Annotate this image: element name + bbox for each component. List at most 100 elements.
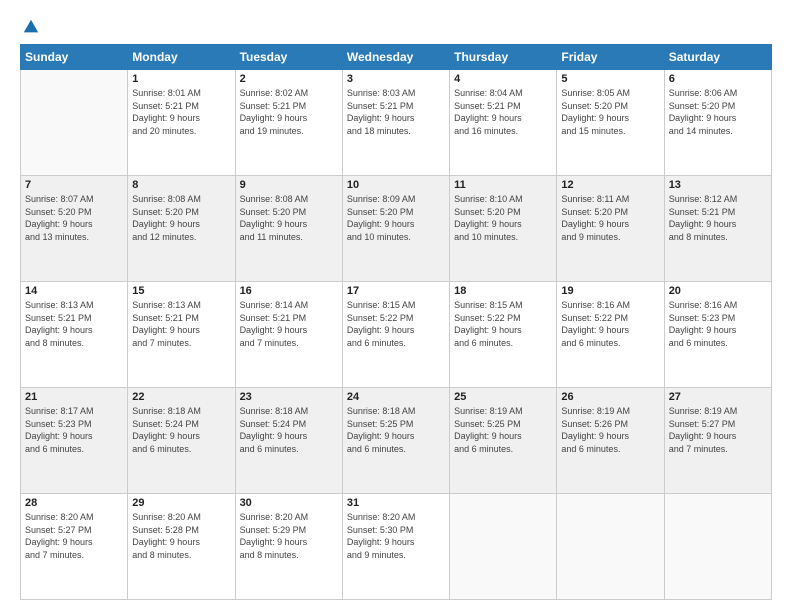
day-info: Sunrise: 8:02 AMSunset: 5:21 PMDaylight:…: [240, 87, 338, 137]
day-number: 29: [132, 497, 230, 509]
col-tuesday: Tuesday: [235, 45, 342, 70]
day-number: 21: [25, 391, 123, 403]
calendar-cell: 10 Sunrise: 8:09 AMSunset: 5:20 PMDayligh…: [342, 176, 449, 282]
day-info: Sunrise: 8:20 AMSunset: 5:28 PMDaylight:…: [132, 511, 230, 561]
calendar-cell: 7Sunrise: 8:07 AMSunset: 5:20 PMDaylight…: [21, 176, 128, 282]
day-number: 18: [454, 285, 552, 297]
day-info: Sunrise: 8:19 AMSunset: 5:27 PMDaylight:…: [669, 405, 767, 455]
day-number: 23: [240, 391, 338, 403]
day-info: Sunrise: 8:01 AMSunset: 5:21 PMDaylight:…: [132, 87, 230, 137]
day-info: Sunrise: 8:13 AMSunset: 5:21 PMDaylight:…: [132, 299, 230, 349]
calendar-cell: [21, 70, 128, 176]
day-info: Sunrise: 8:13 AMSunset: 5:21 PMDaylight:…: [25, 299, 123, 349]
day-number: 12: [561, 179, 659, 191]
calendar-week-row: 1 Sunrise: 8:01 AMSunset: 5:21 PMDaylight…: [21, 70, 772, 176]
day-number: 5: [561, 73, 659, 85]
day-number: 22: [132, 391, 230, 403]
logo: [20, 18, 40, 34]
day-number: 2: [240, 73, 338, 85]
day-number: 24: [347, 391, 445, 403]
calendar-cell: 27 Sunrise: 8:19 AMSunset: 5:27 PMDayligh…: [664, 388, 771, 494]
col-wednesday: Wednesday: [342, 45, 449, 70]
day-number: 16: [240, 285, 338, 297]
calendar-cell: 11 Sunrise: 8:10 AMSunset: 5:20 PMDayligh…: [450, 176, 557, 282]
col-saturday: Saturday: [664, 45, 771, 70]
day-info: Sunrise: 8:05 AMSunset: 5:20 PMDaylight:…: [561, 87, 659, 137]
calendar-cell: 29 Sunrise: 8:20 AMSunset: 5:28 PMDayligh…: [128, 494, 235, 600]
col-sunday: Sunday: [21, 45, 128, 70]
calendar-cell: [450, 494, 557, 600]
header: [20, 18, 772, 34]
day-number: 26: [561, 391, 659, 403]
calendar-cell: 25 Sunrise: 8:19 AMSunset: 5:25 PMDayligh…: [450, 388, 557, 494]
day-number: 17: [347, 285, 445, 297]
day-info: Sunrise: 8:10 AMSunset: 5:20 PMDaylight:…: [454, 193, 552, 243]
calendar-cell: 5 Sunrise: 8:05 AMSunset: 5:20 PMDaylight…: [557, 70, 664, 176]
calendar-cell: 1 Sunrise: 8:01 AMSunset: 5:21 PMDaylight…: [128, 70, 235, 176]
day-number: 3: [347, 73, 445, 85]
day-info: Sunrise: 8:15 AMSunset: 5:22 PMDaylight:…: [454, 299, 552, 349]
day-info: Sunrise: 8:20 AMSunset: 5:30 PMDaylight:…: [347, 511, 445, 561]
calendar-cell: 3 Sunrise: 8:03 AMSunset: 5:21 PMDaylight…: [342, 70, 449, 176]
day-info: Sunrise: 8:18 AMSunset: 5:25 PMDaylight:…: [347, 405, 445, 455]
day-number: 30: [240, 497, 338, 509]
calendar-cell: 4 Sunrise: 8:04 AMSunset: 5:21 PMDaylight…: [450, 70, 557, 176]
col-monday: Monday: [128, 45, 235, 70]
calendar-week-row: 7Sunrise: 8:07 AMSunset: 5:20 PMDaylight…: [21, 176, 772, 282]
day-number: 14: [25, 285, 123, 297]
calendar-cell: 17Sunrise: 8:15 AMSunset: 5:22 PMDayligh…: [342, 282, 449, 388]
day-info: Sunrise: 8:03 AMSunset: 5:21 PMDaylight:…: [347, 87, 445, 137]
day-info: Sunrise: 8:20 AMSunset: 5:27 PMDaylight:…: [25, 511, 123, 561]
calendar-cell: 31 Sunrise: 8:20 AMSunset: 5:30 PMDayligh…: [342, 494, 449, 600]
calendar-week-row: 28 Sunrise: 8:20 AMSunset: 5:27 PMDayligh…: [21, 494, 772, 600]
day-number: 10: [347, 179, 445, 191]
calendar-cell: 14 Sunrise: 8:13 AMSunset: 5:21 PMDayligh…: [21, 282, 128, 388]
day-info: Sunrise: 8:14 AMSunset: 5:21 PMDaylight:…: [240, 299, 338, 349]
day-info: Sunrise: 8:19 AMSunset: 5:26 PMDaylight:…: [561, 405, 659, 455]
logo-icon: [22, 18, 40, 36]
day-info: Sunrise: 8:16 AMSunset: 5:22 PMDaylight:…: [561, 299, 659, 349]
calendar-cell: 21 Sunrise: 8:17 AMSunset: 5:23 PMDayligh…: [21, 388, 128, 494]
calendar-cell: 22Sunrise: 8:18 AMSunset: 5:24 PMDayligh…: [128, 388, 235, 494]
day-number: 9: [240, 179, 338, 191]
day-number: 4: [454, 73, 552, 85]
calendar-cell: 2 Sunrise: 8:02 AMSunset: 5:21 PMDaylight…: [235, 70, 342, 176]
day-info: Sunrise: 8:08 AMSunset: 5:20 PMDaylight:…: [240, 193, 338, 243]
day-number: 25: [454, 391, 552, 403]
day-info: Sunrise: 8:04 AMSunset: 5:21 PMDaylight:…: [454, 87, 552, 137]
calendar-week-row: 21 Sunrise: 8:17 AMSunset: 5:23 PMDayligh…: [21, 388, 772, 494]
day-number: 6: [669, 73, 767, 85]
calendar-cell: 15 Sunrise: 8:13 AMSunset: 5:21 PMDayligh…: [128, 282, 235, 388]
calendar-cell: [664, 494, 771, 600]
day-number: 15: [132, 285, 230, 297]
day-number: 31: [347, 497, 445, 509]
calendar-cell: 19Sunrise: 8:16 AMSunset: 5:22 PMDayligh…: [557, 282, 664, 388]
calendar-table: Sunday Monday Tuesday Wednesday Thursday…: [20, 44, 772, 600]
calendar-cell: 16 Sunrise: 8:14 AMSunset: 5:21 PMDayligh…: [235, 282, 342, 388]
day-info: Sunrise: 8:16 AMSunset: 5:23 PMDaylight:…: [669, 299, 767, 349]
calendar-cell: 26 Sunrise: 8:19 AMSunset: 5:26 PMDayligh…: [557, 388, 664, 494]
calendar-cell: 30 Sunrise: 8:20 AMSunset: 5:29 PMDayligh…: [235, 494, 342, 600]
calendar-header-row: Sunday Monday Tuesday Wednesday Thursday…: [21, 45, 772, 70]
calendar-cell: 9 Sunrise: 8:08 AMSunset: 5:20 PMDaylight…: [235, 176, 342, 282]
day-info: Sunrise: 8:18 AMSunset: 5:24 PMDaylight:…: [240, 405, 338, 455]
day-info: Sunrise: 8:12 AMSunset: 5:21 PMDaylight:…: [669, 193, 767, 243]
col-friday: Friday: [557, 45, 664, 70]
day-info: Sunrise: 8:11 AMSunset: 5:20 PMDaylight:…: [561, 193, 659, 243]
calendar-cell: 8Sunrise: 8:08 AMSunset: 5:20 PMDaylight…: [128, 176, 235, 282]
day-number: 8: [132, 179, 230, 191]
day-number: 1: [132, 73, 230, 85]
day-info: Sunrise: 8:09 AMSunset: 5:20 PMDaylight:…: [347, 193, 445, 243]
calendar-cell: 18 Sunrise: 8:15 AMSunset: 5:22 PMDayligh…: [450, 282, 557, 388]
day-info: Sunrise: 8:17 AMSunset: 5:23 PMDaylight:…: [25, 405, 123, 455]
calendar-cell: 20Sunrise: 8:16 AMSunset: 5:23 PMDayligh…: [664, 282, 771, 388]
day-info: Sunrise: 8:20 AMSunset: 5:29 PMDaylight:…: [240, 511, 338, 561]
day-info: Sunrise: 8:19 AMSunset: 5:25 PMDaylight:…: [454, 405, 552, 455]
calendar-cell: 24 Sunrise: 8:18 AMSunset: 5:25 PMDayligh…: [342, 388, 449, 494]
calendar-cell: 13Sunrise: 8:12 AMSunset: 5:21 PMDayligh…: [664, 176, 771, 282]
calendar-week-row: 14 Sunrise: 8:13 AMSunset: 5:21 PMDayligh…: [21, 282, 772, 388]
day-number: 11: [454, 179, 552, 191]
day-number: 28: [25, 497, 123, 509]
day-number: 27: [669, 391, 767, 403]
day-info: Sunrise: 8:06 AMSunset: 5:20 PMDaylight:…: [669, 87, 767, 137]
